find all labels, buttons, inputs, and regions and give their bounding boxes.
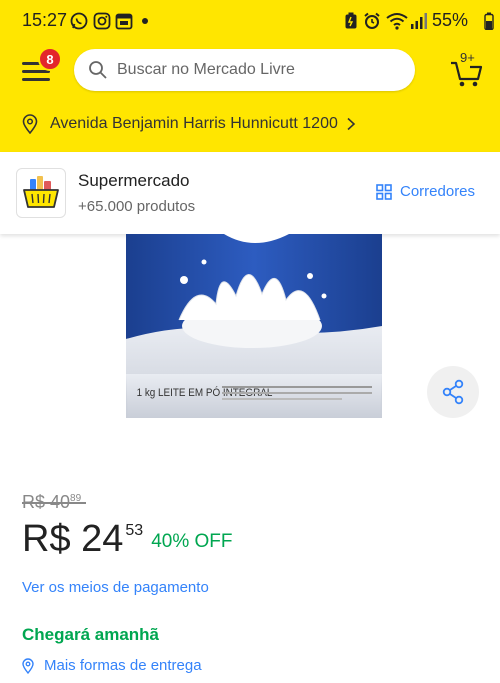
notification-dot (142, 18, 148, 24)
signal-icon (411, 13, 427, 29)
calendar-icon (115, 13, 133, 30)
aisles-label: Corredores (400, 183, 476, 200)
basket-icon (23, 176, 59, 208)
store-header[interactable]: Supermercado +65.000 produtos Corredores (0, 152, 500, 234)
share-icon (442, 379, 464, 405)
arrival-estimate: Chegará amanhã (22, 625, 159, 644)
delivery-options-link[interactable]: Mais formas de entrega (22, 657, 202, 674)
store-name: Supermercado (78, 171, 190, 190)
strikethrough (22, 502, 86, 504)
header: 15:27 55% 8 Buscar no Mercado Livre 9+ A… (0, 0, 500, 152)
original-price: R$ 4089 (22, 492, 86, 513)
price-value: R$ 24 (22, 518, 124, 560)
status-bar: 15:27 55% (0, 0, 500, 40)
discount-badge: 40% OFF (151, 531, 233, 552)
share-button[interactable] (427, 366, 479, 418)
search-icon (89, 61, 107, 79)
payment-methods-link[interactable]: Ver os meios de pagamento (22, 579, 209, 596)
battery-icon (484, 12, 494, 30)
status-time: 15:27 (22, 10, 68, 30)
menu-icon-line (22, 78, 50, 81)
store-logo (16, 168, 66, 218)
chevron-right-icon (347, 117, 356, 131)
price-cents: 53 (125, 522, 144, 539)
search-placeholder: Buscar no Mercado Livre (117, 61, 295, 78)
wifi-icon (386, 13, 408, 30)
location-pin-icon (22, 657, 34, 674)
search-bar[interactable]: Buscar no Mercado Livre (74, 49, 415, 91)
whatsapp-icon (70, 12, 88, 30)
address-text: Avenida Benjamin Harris Hunnicutt 1200 (50, 115, 338, 132)
current-price: R$ 24 53 40% OFF (22, 518, 233, 561)
alarm-icon (364, 12, 380, 29)
store-product-count: +65.000 produtos (78, 198, 196, 215)
battery-percent: 55% (432, 10, 469, 30)
aisles-button[interactable]: Corredores (376, 183, 475, 200)
instagram-icon (93, 12, 111, 30)
grid-icon (376, 183, 392, 200)
notification-badge: 8 (38, 47, 62, 71)
cart-count: 9+ (460, 50, 475, 65)
battery-saver-icon (345, 12, 357, 29)
delivery-options-label: Mais formas de entrega (44, 657, 202, 674)
product-image[interactable]: 1 kg LEITE EM PÓ INTEGRAL (124, 234, 384, 418)
location-pin-icon (22, 114, 38, 134)
address-bar[interactable]: Avenida Benjamin Harris Hunnicutt 1200 (22, 113, 356, 135)
